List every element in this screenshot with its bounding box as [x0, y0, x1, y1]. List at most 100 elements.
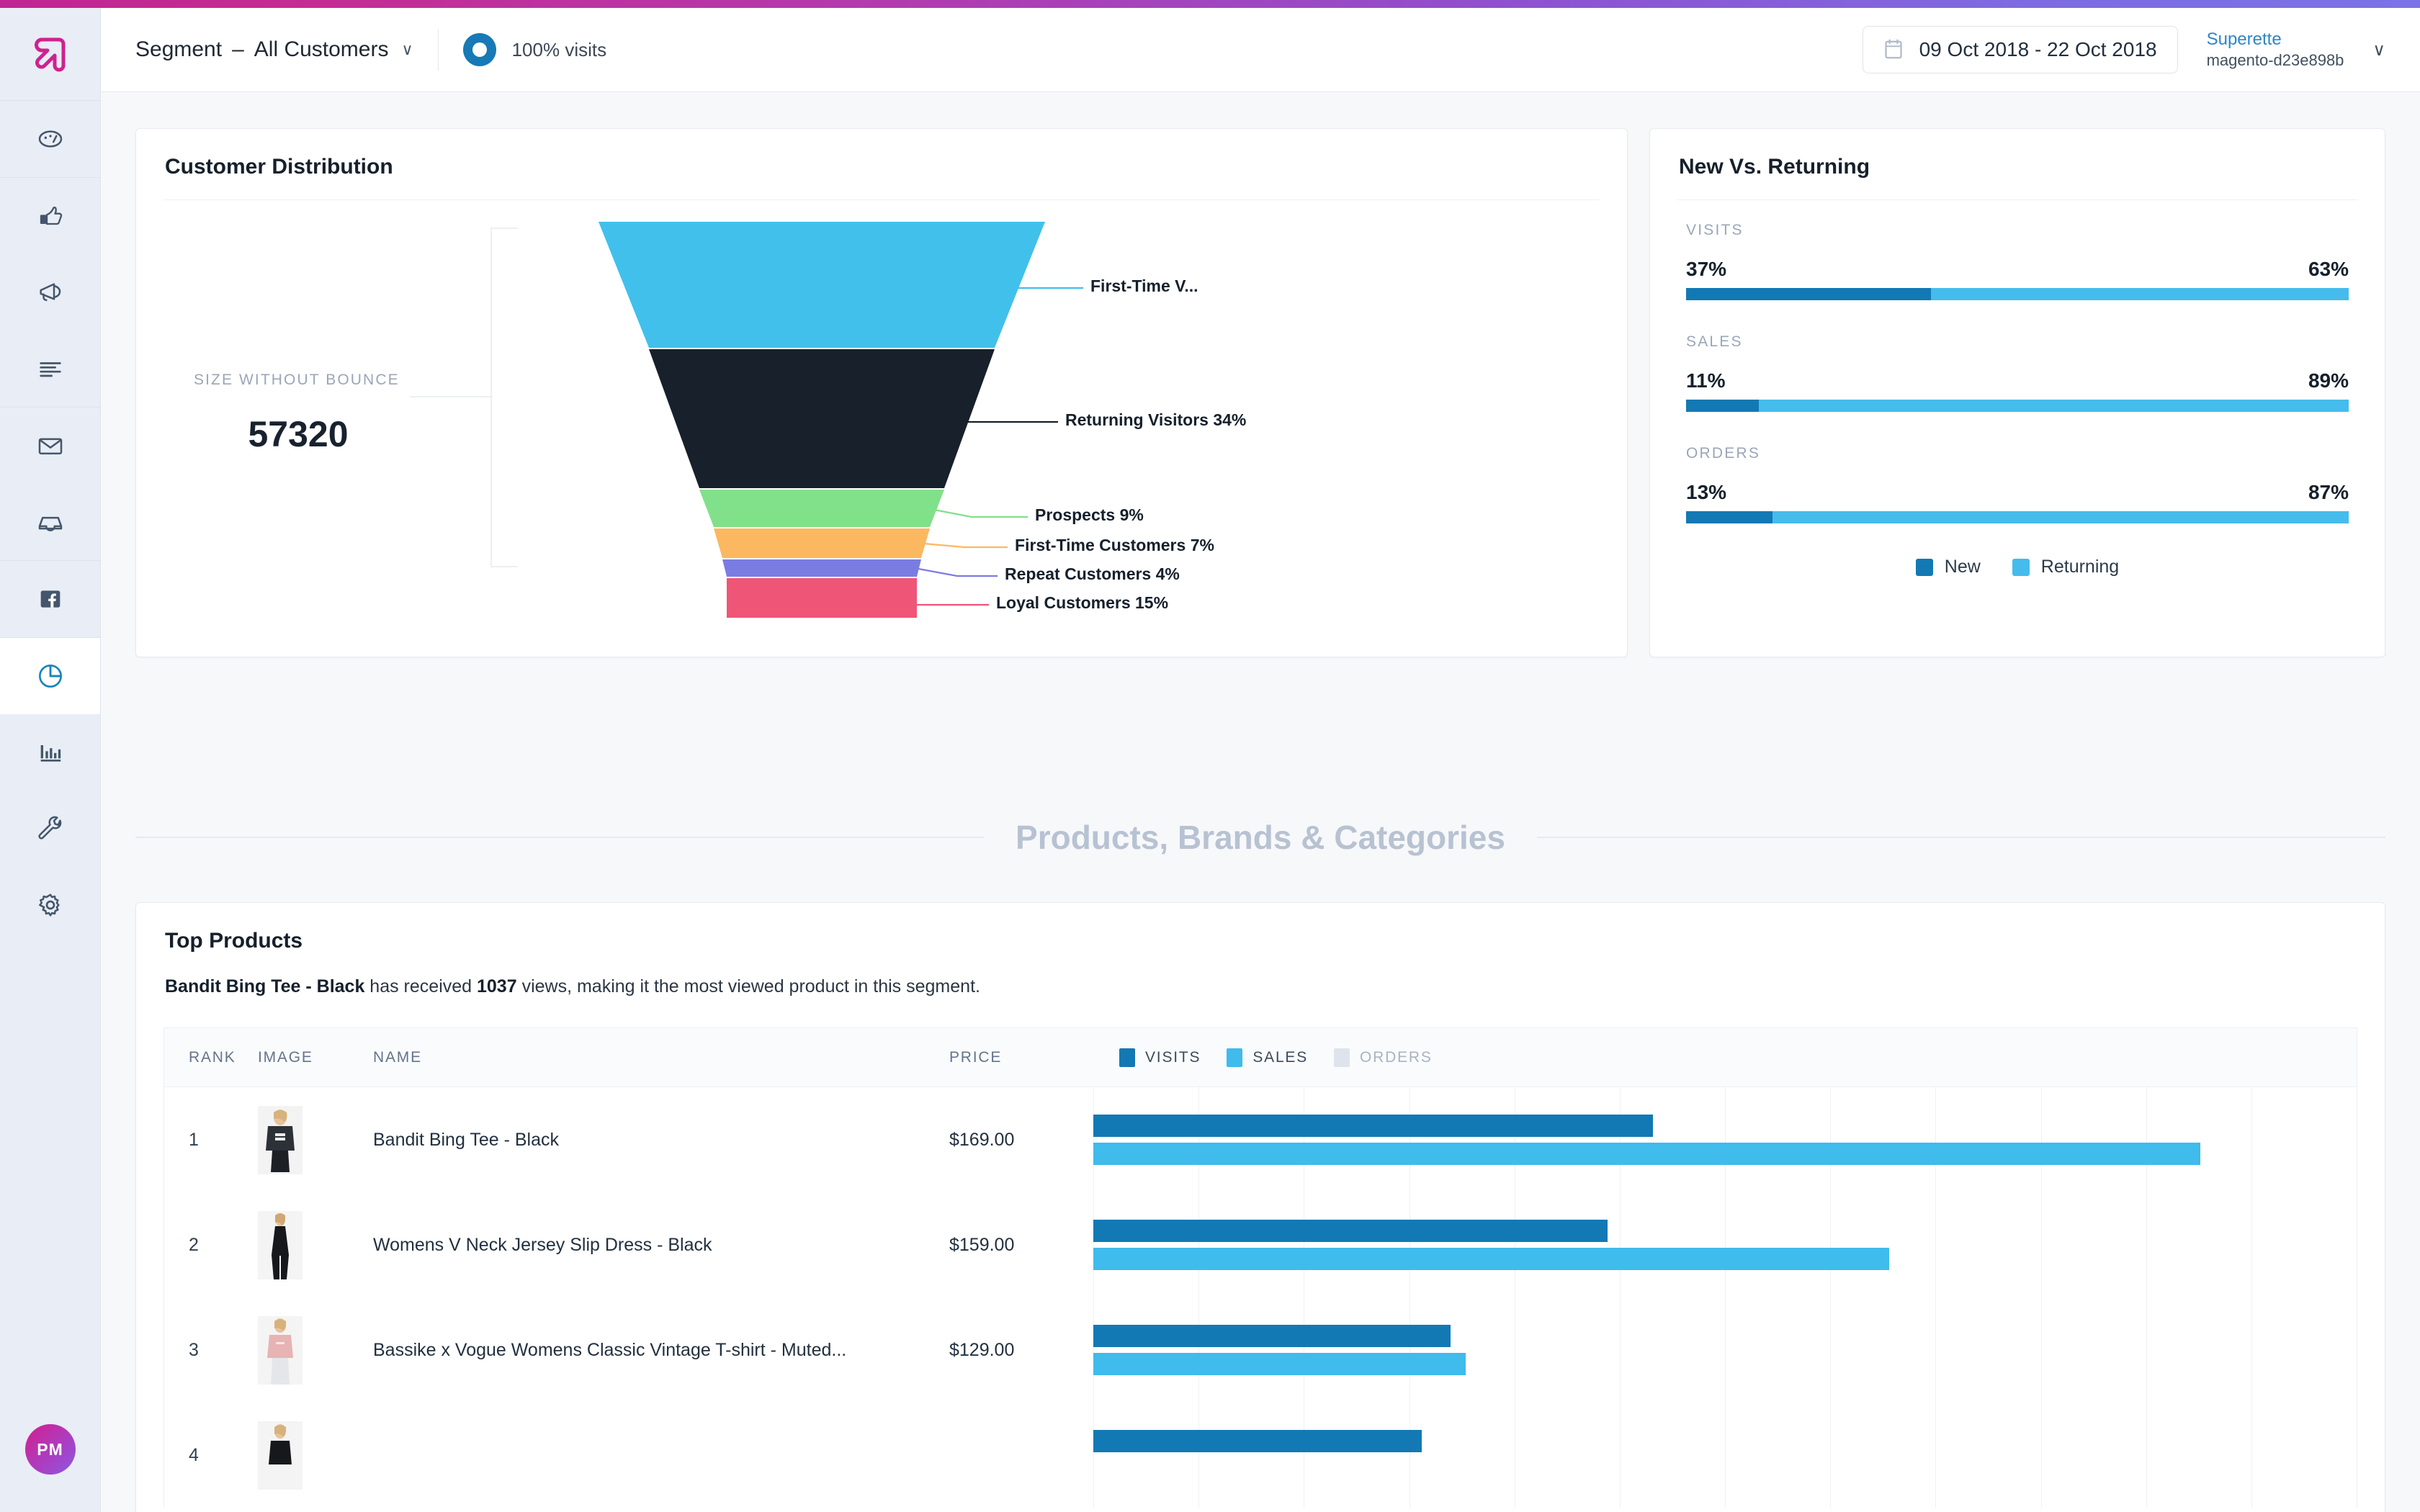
bar-visits[interactable] [1093, 1430, 1422, 1452]
date-range-text: 09 Oct 2018 - 22 Oct 2018 [1919, 38, 2157, 60]
sidebar-item-tools[interactable] [0, 791, 100, 867]
summary-views-count: 1037 [477, 976, 517, 996]
legend-item-sales[interactable]: SALES [1227, 1048, 1308, 1067]
nvr-bar-returning [1772, 511, 2349, 523]
customer-distribution-card: Customer Distribution SIZE WITHOUT BOUNC… [135, 128, 1628, 657]
bar-visits[interactable] [1093, 1325, 1451, 1347]
size-without-bounce-value: 57320 [248, 414, 349, 454]
product-photo-icon [258, 1315, 302, 1385]
table-row[interactable]: 4 [164, 1403, 2357, 1508]
funnel-label-returning-visitors: Returning Visitors 34% [1065, 410, 1247, 429]
sidebar-item-engagement[interactable] [0, 178, 100, 254]
nvr-bar[interactable] [1686, 511, 2349, 523]
summary-mid: has received [364, 976, 477, 996]
chevron-down-icon[interactable]: ∨ [401, 40, 413, 59]
gauge-icon [38, 130, 62, 148]
legend-item-returning[interactable]: Returning [2012, 557, 2119, 577]
nvr-bar-new [1686, 511, 1773, 523]
nvr-returning-pct: 87% [2308, 481, 2349, 503]
bar-visits[interactable] [1093, 1220, 1608, 1242]
segment-label: Segment [135, 37, 223, 61]
legend-label-new: New [1944, 557, 1981, 577]
app-logo[interactable] [0, 8, 100, 100]
callout-line-prospects [933, 508, 1028, 518]
row-rank: 1 [189, 1129, 199, 1150]
chevron-down-icon[interactable]: ∨ [2372, 40, 2385, 60]
callout-line-repeat-customers [918, 567, 998, 577]
row-image [258, 1297, 373, 1403]
column-header-name: NAME [373, 1048, 422, 1066]
legend-swatch-orders [1334, 1048, 1350, 1067]
row-price: $129.00 [949, 1339, 1015, 1360]
section-divider: Products, Brands & Categories [135, 812, 2385, 863]
bar-sales[interactable] [1093, 1143, 2200, 1165]
bar-visits[interactable] [1093, 1115, 1654, 1137]
topbar-divider [437, 29, 439, 71]
nvr-bar-returning [1759, 400, 2349, 412]
legend-item-orders[interactable]: ORDERS [1334, 1048, 1433, 1067]
sidebar-item-reports[interactable] [0, 714, 100, 791]
nvr-new-pct: 37% [1686, 258, 1727, 280]
row-bars [1093, 1115, 2357, 1165]
main-content: Customer Distribution SIZE WITHOUT BOUNC… [101, 92, 2420, 1512]
row-rank: 4 [189, 1444, 199, 1465]
nvr-caption: SALES [1686, 333, 1743, 350]
inbox-tray-icon [38, 516, 62, 531]
legend-item-visits[interactable]: VISITS [1119, 1048, 1201, 1067]
bar-sales[interactable] [1093, 1248, 1890, 1270]
funnel-segment-returning-visitors[interactable] [649, 349, 995, 488]
sidebar-item-analytics[interactable] [0, 638, 100, 714]
product-thumbnail [258, 1105, 302, 1174]
funnel-segment-first-time-visitors[interactable] [599, 222, 1045, 348]
legend-swatch-visits [1119, 1048, 1135, 1067]
date-range-picker[interactable]: 09 Oct 2018 - 22 Oct 2018 [1862, 26, 2178, 73]
row-bars [1093, 1220, 2357, 1270]
legend-item-new[interactable]: New [1915, 557, 1981, 577]
bar-sales[interactable] [1093, 1353, 1466, 1375]
row-image [258, 1087, 373, 1192]
row-product-name: Bandit Bing Tee - Black [373, 1129, 560, 1150]
funnel-label-first-time-visitors: First-Time V... [1090, 276, 1198, 295]
account-switcher[interactable]: Superette magento-d23e898b ∨ [2207, 29, 2385, 71]
legend-label-sales: SALES [1252, 1048, 1309, 1066]
summary-tail: views, making it the most viewed product… [516, 976, 980, 996]
legend-label-returning: Returning [2040, 557, 2120, 577]
column-header-image: IMAGE [258, 1048, 313, 1066]
user-avatar[interactable]: PM [24, 1424, 76, 1475]
funnel-segment-first-time-customers[interactable] [714, 528, 930, 558]
visits-share-label: 100% visits [511, 38, 607, 60]
sidebar-item-facebook[interactable] [0, 561, 100, 637]
funnel-segment-loyal-customers[interactable] [727, 578, 917, 618]
funnel-segment-repeat-customers[interactable] [722, 559, 921, 577]
product-thumbnail [258, 1210, 302, 1279]
nvr-legend: New Returning [1686, 557, 2349, 577]
row-product-name: Womens V Neck Jersey Slip Dress - Black [373, 1234, 712, 1255]
sidebar-item-dashboard[interactable] [0, 101, 100, 177]
sidebar-item-settings[interactable] [0, 867, 100, 943]
segment-dash: – [232, 37, 244, 61]
nvr-bar[interactable] [1686, 400, 2349, 412]
funnel-segment-prospects[interactable] [699, 490, 944, 527]
card-title: Top Products [165, 929, 303, 953]
row-chart [1093, 1192, 2357, 1297]
row-chart [1093, 1087, 2357, 1192]
nvr-bar[interactable] [1686, 288, 2349, 300]
left-sidebar: PM [0, 8, 101, 1512]
row-price: $159.00 [949, 1234, 1015, 1255]
row-chart [1093, 1297, 2357, 1403]
nvr-returning-pct: 89% [2308, 369, 2349, 392]
nvr-group-orders: ORDERS 13% 87% [1686, 445, 2349, 523]
table-row[interactable]: 2 Womens V Neck Jersey Slip Dress - Blac… [164, 1192, 2357, 1297]
row-chart [1093, 1403, 2357, 1508]
product-thumbnail [258, 1421, 302, 1490]
table-row[interactable]: 3 Bassike x Vogue Womens Classic Vintage… [164, 1297, 2357, 1403]
segment-selector[interactable]: Segment – All Customers ∨ [101, 37, 413, 62]
megaphone-icon [39, 283, 60, 302]
row-image [258, 1403, 373, 1508]
sidebar-item-email[interactable] [0, 408, 100, 484]
sidebar-item-lists[interactable] [0, 330, 100, 407]
top-bar: Segment – All Customers ∨ 100% visits 09… [101, 8, 2420, 92]
table-row[interactable]: 1 Bandit Bing Tee - Black $169.00 [164, 1087, 2357, 1192]
sidebar-item-campaigns[interactable] [0, 254, 100, 330]
sidebar-item-inbox[interactable] [0, 484, 100, 560]
